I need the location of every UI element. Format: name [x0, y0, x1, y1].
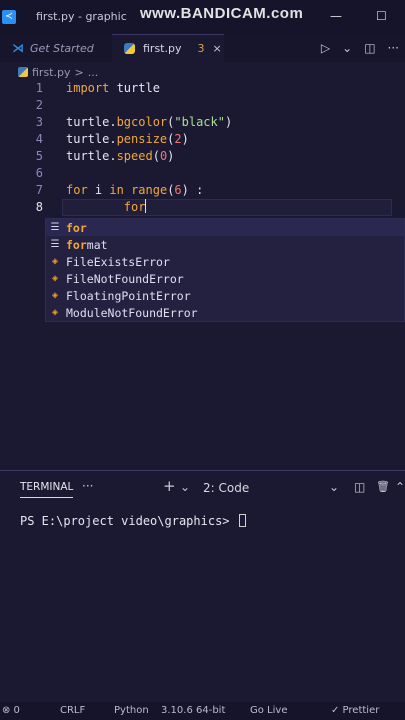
line-number: 5	[35, 149, 43, 163]
python-file-icon	[18, 67, 28, 77]
line-content: import turtle	[66, 81, 160, 95]
suggestion-label: format	[66, 237, 108, 252]
suggestion-label: for	[66, 220, 87, 235]
code-line: 4 turtle.pensize(2)	[0, 131, 405, 148]
language-mode[interactable]: Python	[114, 705, 149, 716]
panel-header: TERMINAL ··· + ⌄ 2: Code ⌄ ◫ 🗑 ⌃	[0, 471, 405, 505]
suggestion-item[interactable]: ◈ FileExistsError	[46, 253, 404, 270]
breadcrumb-rest[interactable]: ...	[88, 66, 99, 79]
code-line: 5 turtle.speed(0)	[0, 148, 405, 165]
line-number: 6	[35, 166, 43, 180]
class-icon: ◈	[51, 289, 59, 301]
minimize-button[interactable]: —	[330, 9, 342, 23]
tab-first-py[interactable]: first.py 3 ×	[112, 34, 224, 62]
terminal-prompt[interactable]: PS E:\project video\graphics>	[20, 514, 246, 528]
terminal-select-chevron-icon[interactable]: ⌄	[329, 480, 339, 494]
new-terminal-icon[interactable]: +	[163, 477, 176, 495]
python-file-icon	[124, 43, 135, 54]
close-tab-icon[interactable]: ×	[212, 42, 221, 55]
snippet-icon: ☰	[50, 238, 60, 250]
go-live-button[interactable]: Go Live	[250, 705, 287, 716]
line-number: 4	[35, 132, 43, 146]
code-line: 1 import turtle	[0, 80, 405, 97]
tab-get-started[interactable]: ⋊ Get Started	[0, 34, 112, 62]
bandicam-watermark: www.BANDICAM.com	[140, 5, 304, 22]
tab-terminal[interactable]: TERMINAL	[20, 481, 74, 498]
run-icon[interactable]: ▷	[321, 41, 330, 55]
breadcrumb-file[interactable]: first.py	[32, 66, 70, 79]
line-content: turtle.speed(0)	[66, 149, 175, 163]
status-bar: ⊗ 0 CRLF Python 3.10.6 64-bit Go Live ✓ …	[0, 702, 405, 720]
line-number: 8	[35, 200, 43, 214]
split-terminal-icon[interactable]: ◫	[354, 480, 365, 494]
editor-tab-bar: ⋊ Get Started first.py 3 × ▷ ⌄ ◫ ···	[0, 34, 405, 62]
breadcrumb: first.py > ...	[18, 64, 98, 80]
code-line-current: 8 for	[0, 199, 405, 216]
code-line: 7 for i in range(6) :	[0, 182, 405, 199]
breadcrumb-separator: >	[74, 65, 84, 79]
panel-more-icon[interactable]: ···	[82, 479, 93, 493]
class-icon: ◈	[51, 306, 59, 318]
text-caret	[145, 199, 147, 213]
line-number: 2	[35, 98, 43, 112]
terminal-cursor	[238, 514, 246, 527]
code-line: 2	[0, 97, 405, 114]
suggestion-label: FileExistsError	[66, 254, 170, 269]
maximize-button[interactable]: ☐	[376, 9, 387, 23]
editor-actions: ▷ ⌄ ◫ ···	[321, 34, 399, 62]
problems-indicator[interactable]: ⊗ 0	[2, 705, 20, 716]
autocomplete-suggestions: ☰ for ☰ format ◈ FileExistsError ◈ FileN…	[45, 218, 405, 322]
suggestion-label: FileNotFoundError	[66, 271, 184, 286]
snippet-icon: ☰	[50, 221, 60, 233]
python-interpreter[interactable]: 3.10.6 64-bit	[161, 705, 225, 716]
suggestion-label: ModuleNotFoundError	[66, 305, 198, 320]
suggestion-item[interactable]: ◈ ModuleNotFoundError	[46, 304, 404, 321]
line-number: 3	[35, 115, 43, 129]
kill-terminal-icon[interactable]: 🗑	[376, 480, 390, 493]
prettier-status[interactable]: ✓ Prettier	[331, 705, 379, 716]
line-number: 7	[35, 183, 43, 197]
vscode-logo-icon: ≺	[2, 10, 16, 24]
eol-indicator[interactable]: CRLF	[60, 705, 85, 716]
tab-label: Get Started	[30, 41, 94, 55]
line-content: for	[123, 199, 147, 214]
code-line: 3 turtle.bgcolor("black")	[0, 114, 405, 131]
line-content: for i in range(6) :	[66, 183, 204, 197]
suggestion-item[interactable]: ☰ format	[46, 236, 404, 253]
split-editor-icon[interactable]: ◫	[364, 41, 375, 55]
new-terminal-dropdown-icon[interactable]: ⌄	[180, 480, 190, 494]
suggestion-item[interactable]: ☰ for	[46, 219, 404, 236]
problem-count-badge: 3	[197, 42, 205, 55]
class-icon: ◈	[51, 255, 59, 267]
line-number: 1	[35, 81, 43, 95]
vscode-icon: ⋊	[12, 41, 24, 55]
title-bar: ≺ first.py - graphic www.BANDICAM.com — …	[0, 0, 405, 34]
suggestion-item[interactable]: ◈ FloatingPointError	[46, 287, 404, 304]
window-title: first.py - graphic	[36, 10, 127, 23]
more-actions-icon[interactable]: ···	[388, 41, 399, 55]
maximize-panel-icon[interactable]: ⌃	[395, 480, 405, 494]
terminal-panel: TERMINAL ··· + ⌄ 2: Code ⌄ ◫ 🗑 ⌃ PS E:\p…	[0, 470, 405, 702]
terminal-select[interactable]: 2: Code	[203, 481, 249, 495]
suggestion-label: FloatingPointError	[66, 288, 191, 303]
suggestion-item[interactable]: ◈ FileNotFoundError	[46, 270, 404, 287]
class-icon: ◈	[51, 272, 59, 284]
line-content: turtle.bgcolor("black")	[66, 115, 233, 129]
code-line: 6	[0, 165, 405, 182]
tab-label: first.py	[143, 42, 182, 55]
run-dropdown-icon[interactable]: ⌄	[342, 41, 352, 55]
line-content: turtle.pensize(2)	[66, 132, 189, 146]
